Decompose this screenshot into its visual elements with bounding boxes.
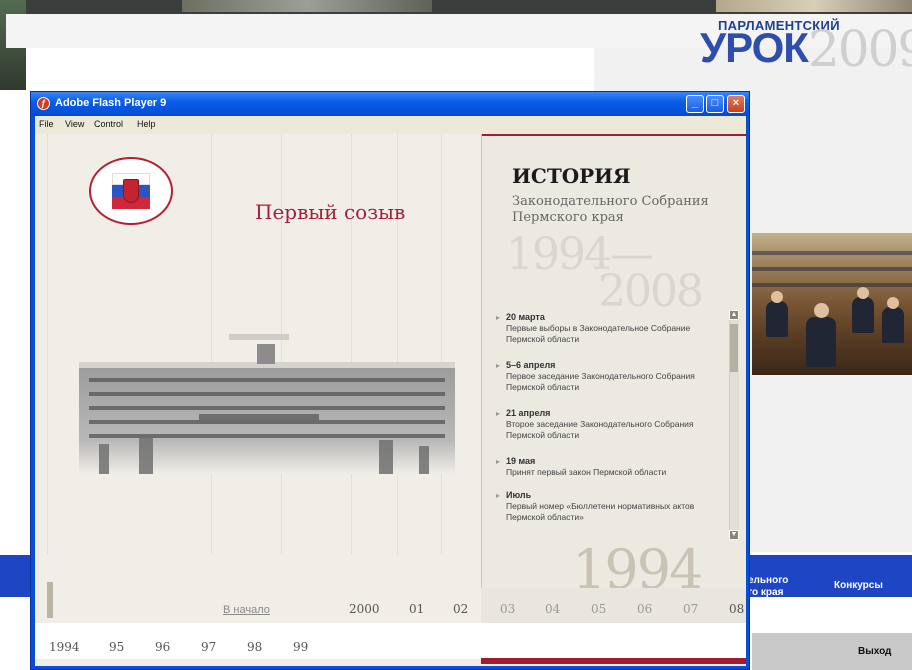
event-date: 21 апреля xyxy=(506,408,551,418)
bullet-arrow-icon: ▸ xyxy=(496,313,501,322)
event-date: 20 марта xyxy=(506,312,545,322)
close-button[interactable]: × xyxy=(727,95,745,113)
flash-icon: ƒ xyxy=(37,97,50,110)
timeline-year[interactable]: 06 xyxy=(637,602,652,616)
timeline-year[interactable]: 04 xyxy=(545,602,560,616)
timeline-start-link[interactable]: В начало xyxy=(223,604,270,616)
timeline-year[interactable]: 08 xyxy=(729,602,744,616)
timeline-year[interactable]: 02 xyxy=(453,602,468,616)
site-logo-title: УРОК xyxy=(700,24,809,71)
window-titlebar[interactable]: ƒ Adobe Flash Player 9 _ □ × xyxy=(31,92,749,116)
history-range-end: 2008 xyxy=(598,266,704,317)
building-photo xyxy=(79,334,455,474)
maximize-button[interactable]: □ xyxy=(706,95,724,113)
scroll-down-icon[interactable]: ▼ xyxy=(729,530,739,540)
nav-link-assembly[interactable]: ельного xyxy=(748,575,788,587)
timeline-year[interactable]: 95 xyxy=(109,640,124,654)
scrollbar-thumb[interactable] xyxy=(730,324,738,372)
panel-accent-line xyxy=(481,658,746,664)
minimize-button[interactable]: _ xyxy=(686,95,704,113)
timeline-year[interactable]: 01 xyxy=(409,602,424,616)
exit-link[interactable]: Выход xyxy=(858,646,891,657)
timeline: В начало 2000 01 02 03 04 05 06 07 08 19… xyxy=(35,134,746,664)
timeline-year[interactable]: 03 xyxy=(500,602,515,616)
timeline-year[interactable]: 98 xyxy=(247,640,262,654)
bullet-arrow-icon: ▸ xyxy=(496,409,501,418)
menu-help[interactable]: Help xyxy=(137,119,156,129)
timeline-year[interactable]: 2000 xyxy=(349,602,380,616)
session-photo xyxy=(752,233,912,375)
event-date: 19 мая xyxy=(506,456,536,466)
nav-link-contests[interactable]: Конкурсы xyxy=(834,580,883,592)
header-photo xyxy=(182,0,432,12)
event-date: Июль xyxy=(506,490,532,500)
event-text: Первые выборы в Законодательное Собрание… xyxy=(506,323,691,344)
event-text: Второе заседание Законодательного Собран… xyxy=(506,419,694,440)
timeline-year[interactable]: 1994 xyxy=(49,640,80,654)
event-date: 5–6 апреля xyxy=(506,360,556,370)
menu-control[interactable]: Control xyxy=(94,119,123,129)
header-photo xyxy=(716,0,912,12)
menu-view[interactable]: View xyxy=(65,119,84,129)
timeline-marker xyxy=(47,582,53,618)
timeline-year[interactable]: 97 xyxy=(201,640,216,654)
bullet-arrow-icon: ▸ xyxy=(496,457,501,466)
scroll-up-icon[interactable]: ▲ xyxy=(729,310,739,320)
timeline-band xyxy=(35,623,746,659)
event-text: Принят первый закон Пермской области xyxy=(506,467,667,477)
flash-player-window: ƒ Adobe Flash Player 9 _ □ × File View C… xyxy=(30,91,750,670)
flash-content: Первый созыв ИСТОРИЯ Законодательного Со… xyxy=(35,134,746,666)
bullet-arrow-icon: ▸ xyxy=(496,361,501,370)
timeline-year[interactable]: 05 xyxy=(591,602,606,616)
event-text: Первый номер «Бюллетени нормативных акто… xyxy=(506,501,695,522)
bullet-arrow-icon: ▸ xyxy=(496,491,501,500)
timeline-year[interactable]: 96 xyxy=(155,640,170,654)
menu-bar: File View Control Help xyxy=(35,116,746,134)
timeline-year[interactable]: 07 xyxy=(683,602,698,616)
window-title: Adobe Flash Player 9 xyxy=(55,97,167,109)
timeline-year[interactable]: 99 xyxy=(293,640,308,654)
site-logo-year: 2009 xyxy=(808,20,912,78)
event-text: Первое заседание Законодательного Собран… xyxy=(506,371,695,392)
menu-file[interactable]: File xyxy=(39,119,54,129)
